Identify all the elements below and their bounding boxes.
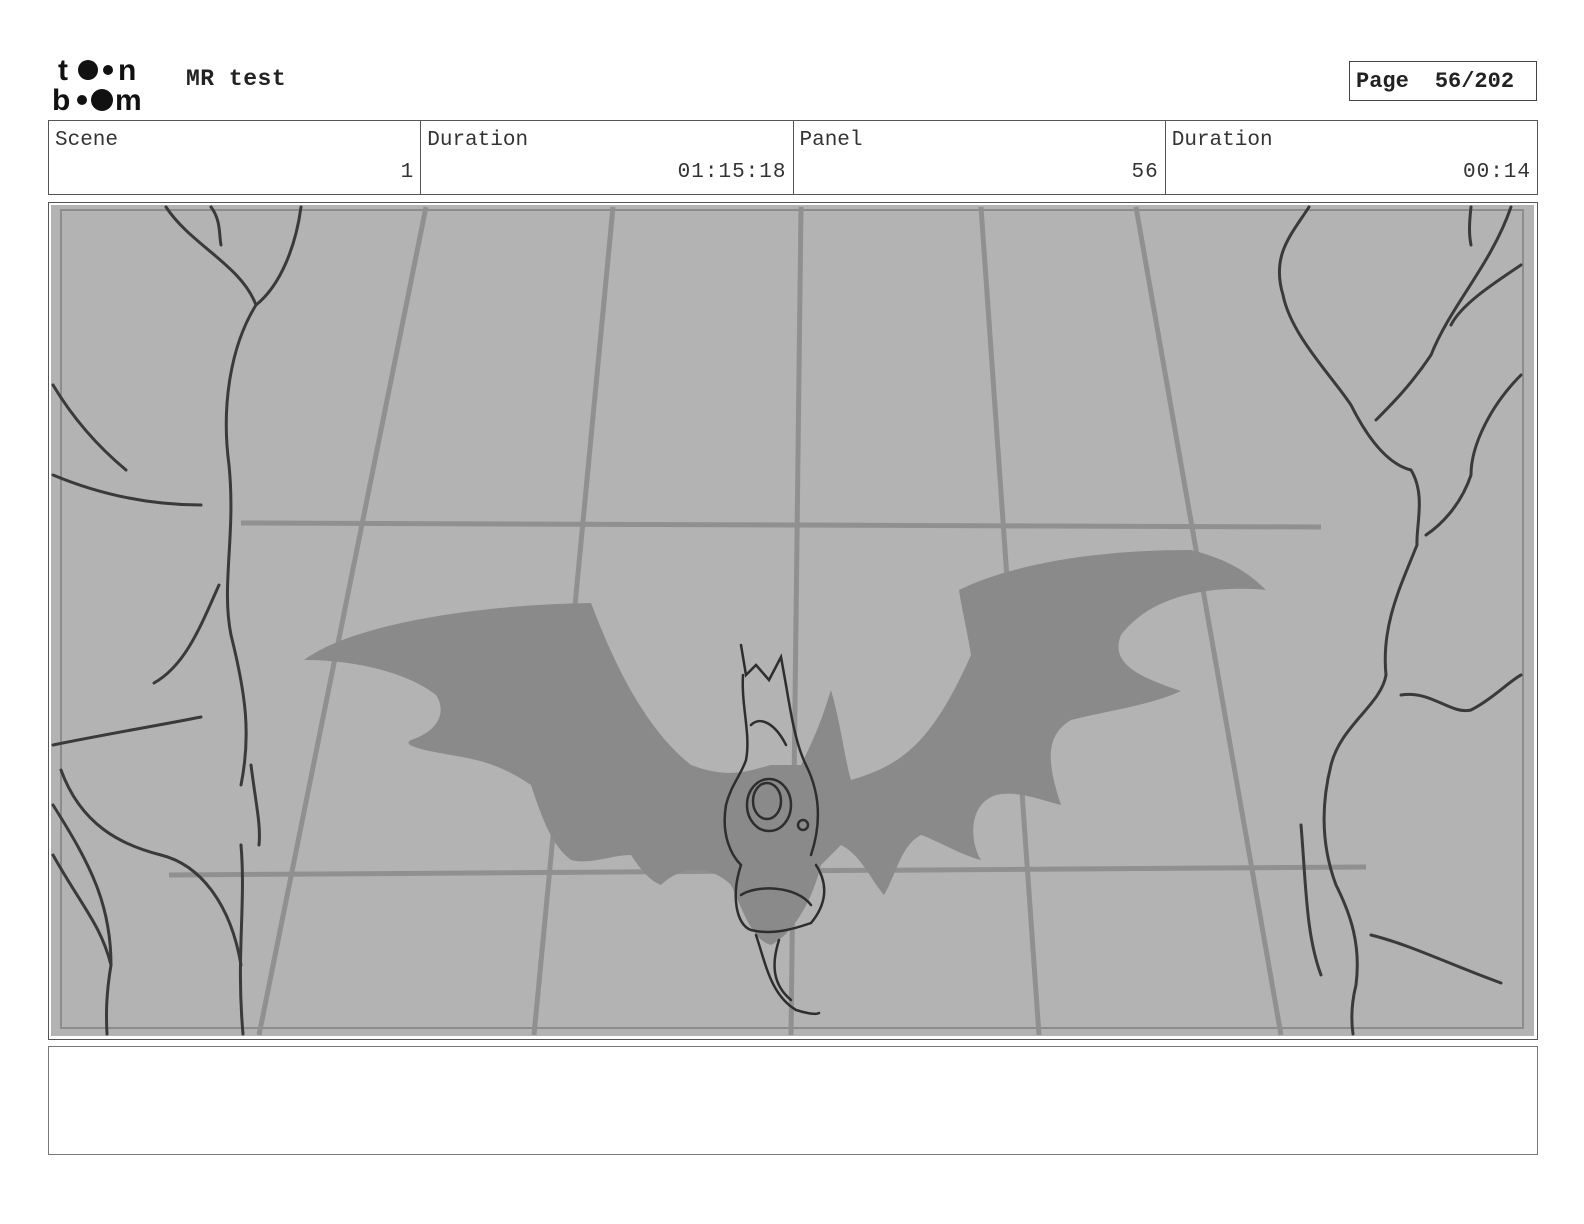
- page-number: 56/202: [1434, 68, 1515, 94]
- panel-info-row: Scene 1 Duration 01:15:18 Panel 56 Durat…: [48, 120, 1538, 195]
- svg-text:t: t: [58, 54, 68, 87]
- panel-cell: Panel 56: [794, 121, 1166, 194]
- storyboard-panel: [48, 202, 1538, 1040]
- panel-label: Panel: [799, 129, 863, 152]
- panel-sketch: [51, 205, 1534, 1036]
- scene-cell: Scene 1: [49, 121, 422, 194]
- scene-number: 1: [400, 161, 415, 184]
- scene-label: Scene: [55, 129, 119, 152]
- panel-number: 56: [1131, 161, 1159, 184]
- panel-duration-label: Duration: [1171, 129, 1273, 152]
- scene-duration-cell: Duration 01:15:18: [421, 121, 794, 194]
- svg-text:b: b: [52, 84, 70, 112]
- scene-duration-value: 01:15:18: [677, 161, 787, 184]
- svg-text:n: n: [118, 54, 136, 87]
- toon-boom-logo: t n b m: [52, 52, 164, 112]
- page-indicator: Page 56/202: [1349, 61, 1537, 101]
- page-label: Page: [1356, 68, 1409, 94]
- project-title: MR test: [186, 66, 287, 92]
- panel-notes-box[interactable]: [48, 1046, 1538, 1155]
- panel-duration-value: 00:14: [1462, 161, 1531, 184]
- panel-duration-cell: Duration 00:14: [1166, 121, 1537, 194]
- scene-duration-label: Duration: [427, 129, 529, 152]
- svg-text:m: m: [115, 84, 142, 112]
